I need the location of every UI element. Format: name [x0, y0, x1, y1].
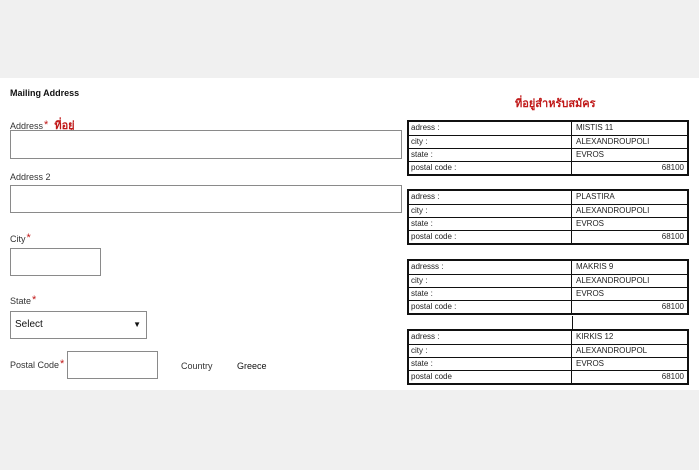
- table-row: adresss : MAKRIS 9: [409, 261, 687, 274]
- table-row: adress : MISTIS 11: [409, 122, 687, 135]
- row-key: city :: [409, 345, 572, 357]
- section-title: Mailing Address: [10, 88, 80, 98]
- table-row: state : EVROS: [409, 217, 687, 230]
- city-label: City: [10, 234, 26, 244]
- address-table-3: adresss : MAKRIS 9 city : ALEXANDROUPOLI s…: [407, 259, 689, 315]
- row-key: city :: [409, 205, 572, 217]
- table-row: state : EVROS: [409, 287, 687, 300]
- table-row: postal code : 68100: [409, 161, 687, 174]
- table-row: city : ALEXANDROUPOLI: [409, 135, 687, 148]
- row-key: postal code: [409, 371, 572, 383]
- row-key: state :: [409, 149, 572, 161]
- row-key: city :: [409, 275, 572, 287]
- row-value: 68100: [661, 302, 684, 311]
- postal-code-label: Postal Code: [10, 360, 60, 370]
- table-row: state : EVROS: [409, 148, 687, 161]
- row-key: postal code :: [409, 301, 572, 313]
- row-value: EVROS: [576, 219, 605, 228]
- row-value: EVROS: [576, 150, 605, 159]
- country-label: Country: [181, 361, 213, 371]
- row-key: adress :: [409, 122, 572, 135]
- row-key: state :: [409, 288, 572, 300]
- state-select[interactable]: Select ▼: [10, 311, 147, 339]
- row-key: city :: [409, 136, 572, 148]
- row-value: EVROS: [576, 289, 605, 298]
- row-value: 68100: [661, 372, 684, 381]
- address-table-1: adress : MISTIS 11 city : ALEXANDROUPOLI s…: [407, 120, 689, 176]
- table-row: city : ALEXANDROUPOL: [409, 344, 687, 357]
- address-input[interactable]: [10, 130, 402, 159]
- table-row: postal code : 68100: [409, 230, 687, 243]
- table-row: city : ALEXANDROUPOLI: [409, 204, 687, 217]
- country-value: Greece: [237, 361, 267, 371]
- required-asterisk: *: [26, 232, 31, 244]
- address2-label: Address 2: [10, 172, 51, 182]
- row-value: ALEXANDROUPOLI: [576, 137, 650, 146]
- row-value: ALEXANDROUPOLI: [576, 206, 650, 215]
- row-value: KIRKIS 12: [576, 332, 614, 341]
- row-key: adresss :: [409, 261, 572, 274]
- chevron-down-icon: ▼: [133, 320, 141, 329]
- row-key: state :: [409, 358, 572, 370]
- address2-input[interactable]: [10, 185, 402, 213]
- row-value: MAKRIS 9: [576, 262, 614, 271]
- row-value: ALEXANDROUPOLI: [576, 276, 650, 285]
- row-key: state :: [409, 218, 572, 230]
- state-label: State: [10, 296, 32, 306]
- row-value: 68100: [661, 232, 684, 241]
- spacer-row: [407, 316, 689, 329]
- row-key: postal code :: [409, 162, 572, 174]
- row-key: adress :: [409, 331, 572, 344]
- address-table-2: adress : PLASTIRA city : ALEXANDROUPOLI st…: [407, 189, 689, 245]
- required-asterisk: *: [32, 294, 37, 306]
- table-row: adress : KIRKIS 12: [409, 331, 687, 344]
- postal-code-input[interactable]: [67, 351, 158, 379]
- postal-label-wrap: Postal Code*: [10, 358, 64, 370]
- row-value: 68100: [661, 163, 684, 172]
- row-key: postal code :: [409, 231, 572, 243]
- address-table-4: adress : KIRKIS 12 city : ALEXANDROUPOL st…: [407, 329, 689, 385]
- mailing-address-panel: Mailing Address Address* ที่อยู่ Address …: [0, 78, 699, 390]
- row-value: MISTIS 11: [576, 123, 614, 132]
- column-divider: [572, 316, 573, 329]
- table-row: postal code : 68100: [409, 300, 687, 313]
- table-row: postal code 68100: [409, 370, 687, 383]
- city-label-wrap: City*: [10, 232, 31, 244]
- state-select-value: Select: [15, 319, 43, 330]
- row-value: PLASTIRA: [576, 192, 615, 201]
- applicant-address-heading: ที่อยู่สำหรับสมัคร: [515, 97, 596, 110]
- required-asterisk: *: [60, 358, 65, 370]
- table-row: city : ALEXANDROUPOLI: [409, 274, 687, 287]
- table-row: state : EVROS: [409, 357, 687, 370]
- state-label-wrap: State*: [10, 294, 36, 306]
- row-key: adress :: [409, 191, 572, 204]
- row-value: EVROS: [576, 359, 605, 368]
- table-row: adress : PLASTIRA: [409, 191, 687, 204]
- city-input[interactable]: [10, 248, 101, 276]
- row-value: ALEXANDROUPOL: [576, 346, 648, 355]
